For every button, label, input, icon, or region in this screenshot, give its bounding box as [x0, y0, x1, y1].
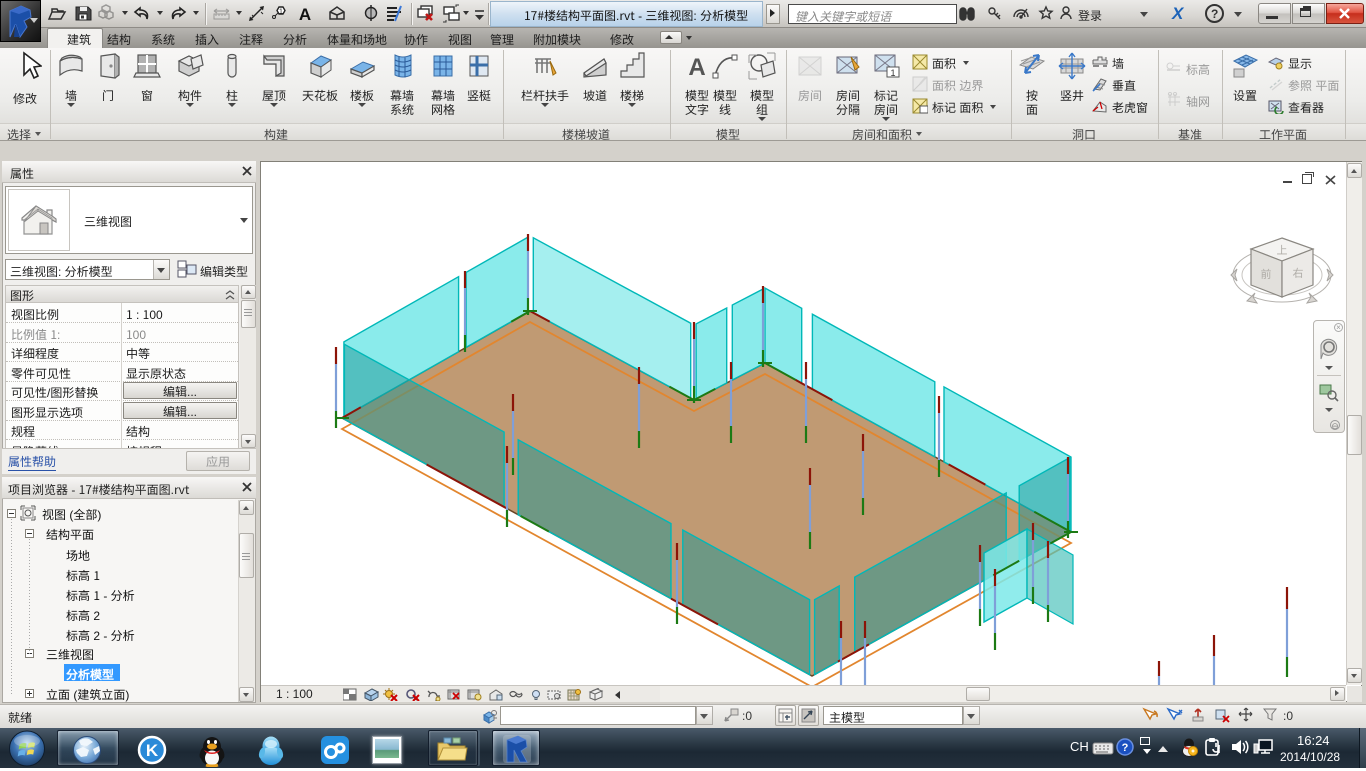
svg-text:前: 前	[1261, 266, 1272, 282]
svg-text:K: K	[146, 741, 159, 760]
svg-text:A: A	[688, 54, 705, 81]
svg-text:1: 1	[890, 68, 895, 78]
svg-text:上: 上	[1277, 242, 1288, 258]
svg-text:1: 1	[279, 9, 283, 16]
svg-text:A: A	[299, 5, 311, 23]
svg-text:?: ?	[1122, 742, 1129, 754]
svg-text:右: 右	[1293, 265, 1304, 281]
